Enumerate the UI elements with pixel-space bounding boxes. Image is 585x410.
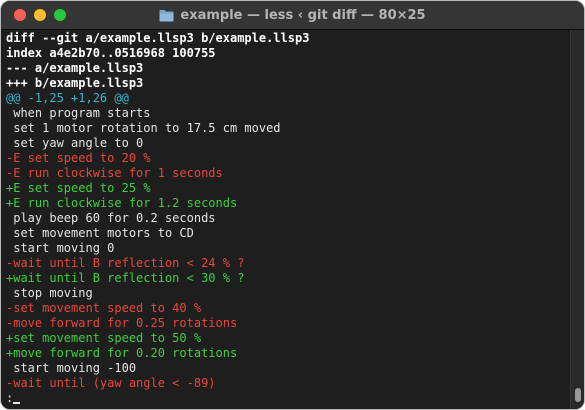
terminal-output[interactable]: diff --git a/example.llsp3 b/example.lls… — [1, 30, 584, 409]
context-line: stop moving — [6, 286, 93, 300]
context-line: start moving 0 — [6, 241, 115, 255]
diff-header-line: index a4e2b70..0516968 100755 — [6, 46, 216, 60]
removed-line: -wait until (yaw angle < -89) — [6, 376, 216, 390]
added-line: +wait until B reflection < 30 % ? — [6, 271, 245, 285]
added-line: +set movement speed to 50 % — [6, 331, 202, 345]
folder-icon — [159, 9, 174, 21]
context-line: set yaw angle to 0 — [6, 136, 144, 150]
title-bar: example — less ‹ git diff — 80×25 — [1, 1, 584, 30]
pager-prompt-text: : — [6, 391, 14, 405]
hunk-header-line: @@ -1,25 +1,26 @@ — [6, 91, 129, 105]
context-line: set 1 motor rotation to 17.5 cm moved — [6, 121, 281, 135]
removed-line: -E set speed to 20 % — [6, 151, 151, 165]
context-line: when program starts — [6, 106, 151, 120]
context-line: set movement motors to CD — [6, 226, 194, 240]
added-line: +E run clockwise for 1.2 seconds — [6, 196, 238, 210]
context-line: start moving -100 — [6, 361, 137, 375]
removed-line: -E run clockwise for 1 seconds — [6, 166, 223, 180]
removed-line: -move forward for 0.25 rotations — [6, 316, 238, 330]
diff-header-line: diff --git a/example.llsp3 b/example.lls… — [6, 31, 310, 45]
vertical-scrollbar[interactable] — [570, 30, 584, 409]
diff-header-line: +++ b/example.llsp3 — [6, 76, 144, 90]
scrollbar-thumb[interactable] — [575, 388, 581, 402]
removed-line: -wait until B reflection < 24 % ? — [6, 256, 245, 270]
diff-header-line: --- a/example.llsp3 — [6, 61, 144, 75]
title-group: example — less ‹ git diff — 80×25 — [1, 1, 584, 29]
terminal-window: example — less ‹ git diff — 80×25 diff -… — [0, 0, 585, 410]
added-line: +E set speed to 25 % — [6, 181, 151, 195]
removed-line: -set movement speed to 40 % — [6, 301, 202, 315]
text-cursor — [13, 402, 21, 404]
diff-output: diff --git a/example.llsp3 b/example.lls… — [6, 31, 566, 406]
context-line: play beep 60 for 0.2 seconds — [6, 211, 216, 225]
window-title: example — less ‹ git diff — 80×25 — [180, 7, 426, 23]
added-line: +move forward for 0.20 rotations — [6, 346, 238, 360]
pager-prompt[interactable]: : — [6, 391, 566, 406]
